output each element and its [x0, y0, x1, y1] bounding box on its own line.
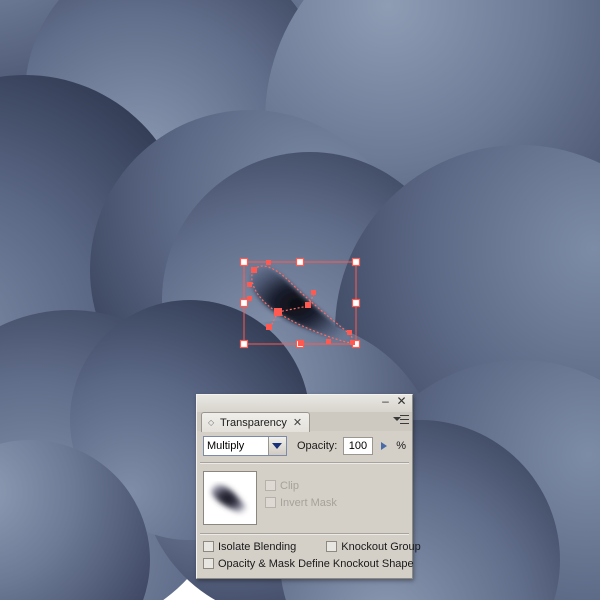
isolate-blending-checkbox[interactable]	[203, 541, 214, 552]
invert-mask-checkbox[interactable]	[265, 497, 276, 508]
options-row: Isolate Blending Knockout Group Opacity …	[197, 535, 421, 578]
clip-checkbox[interactable]	[265, 480, 276, 491]
mask-options: Clip Invert Mask	[265, 471, 406, 511]
app-window: – ✕ ◇ Transparency ✕ Multiply Opacity: 1…	[0, 0, 600, 600]
tab-grip-icon: ◇	[208, 417, 215, 427]
panel-menu-icon[interactable]	[393, 414, 409, 427]
opacity-input[interactable]: 100	[343, 437, 373, 455]
percent-label: %	[396, 440, 406, 452]
tab-close-icon[interactable]: ✕	[293, 416, 302, 429]
tab-label: Transparency	[220, 416, 287, 429]
opacity-mask-knockout-checkbox[interactable]	[203, 558, 214, 569]
opacity-label: Opacity:	[296, 440, 338, 452]
options-line-1: Isolate Blending Knockout Group	[203, 538, 421, 555]
clip-label: Clip	[280, 479, 299, 492]
blend-mode-select[interactable]: Multiply	[203, 436, 287, 456]
invert-mask-row[interactable]: Invert Mask	[265, 494, 406, 511]
mask-thumbnail-image	[206, 474, 254, 522]
tab-transparency[interactable]: ◇ Transparency ✕	[201, 412, 311, 432]
panel-titlebar[interactable]: – ✕	[196, 394, 413, 412]
panel-tab-row: ◇ Transparency ✕	[196, 412, 413, 432]
knockout-group-checkbox[interactable]	[326, 541, 338, 552]
isolate-blending-label: Isolate Blending	[218, 540, 297, 553]
invert-mask-label: Invert Mask	[280, 496, 337, 509]
opacity-stepper-icon[interactable]	[379, 438, 391, 454]
clip-row[interactable]: Clip	[265, 477, 406, 494]
blend-mode-row: Multiply Opacity: 100 %	[197, 431, 412, 461]
opacity-mask-knockout-label: Opacity & Mask Define Knockout Shape	[218, 557, 414, 570]
blend-mode-value: Multiply	[204, 437, 268, 455]
knockout-group-label: Knockout Group	[341, 540, 421, 553]
mask-preview-svg	[206, 474, 254, 522]
options-line-2: Opacity & Mask Define Knockout Shape	[203, 555, 414, 572]
opacity-mask-thumbnail[interactable]	[203, 471, 257, 525]
transparency-panel[interactable]: – ✕ ◇ Transparency ✕ Multiply Opacity: 1…	[196, 394, 421, 579]
chevron-down-icon[interactable]	[267, 437, 286, 455]
panel-body: Multiply Opacity: 100 % Clip Invert Mask…	[196, 431, 421, 579]
minimize-icon[interactable]: –	[379, 395, 392, 409]
mask-row: Clip Invert Mask	[197, 464, 412, 532]
close-icon[interactable]: ✕	[395, 395, 408, 409]
